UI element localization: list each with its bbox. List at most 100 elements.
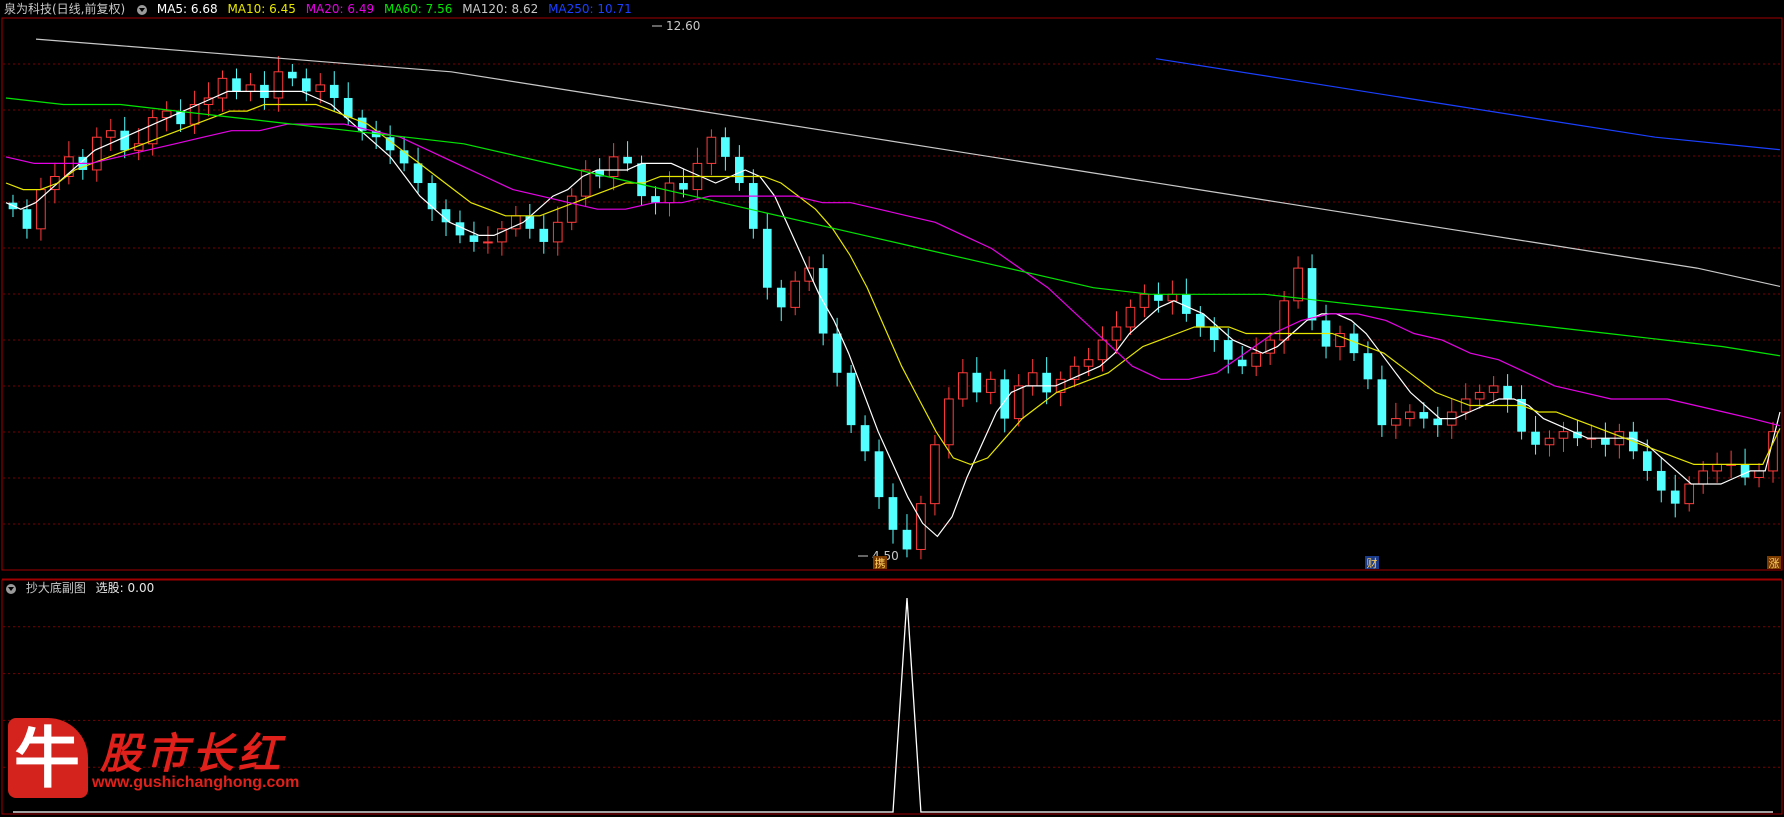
event-tag: 涨 [1769, 557, 1780, 570]
candle-body-up [273, 71, 284, 99]
candle-body-down [888, 497, 898, 530]
candle-body-up [608, 156, 619, 177]
candle-body-up [566, 195, 577, 223]
bull-glyph: 牛 [14, 719, 80, 797]
candle-body-up [1139, 293, 1150, 308]
candle-body-down [232, 78, 241, 92]
candle-body-down [1642, 451, 1652, 471]
candle-body-down [1195, 313, 1205, 327]
selection-value: 选股: 0.00 [95, 581, 155, 595]
candle-body-down [539, 228, 549, 242]
candle-body-down [651, 196, 660, 203]
candle-body-up [483, 241, 493, 244]
candle-body-up [105, 130, 116, 138]
candle-body-up [1083, 359, 1094, 367]
candle-body-down [748, 183, 758, 229]
ma-line-ma5 [5, 90, 1781, 538]
candle-body-down [1740, 464, 1750, 478]
candle-body-down [301, 78, 311, 92]
candle-body-down [288, 71, 297, 79]
event-tag: 财 [1367, 556, 1378, 570]
candle-body-down [972, 372, 982, 393]
candle-body-up [706, 136, 717, 164]
ma-line-ma120 [35, 38, 1781, 287]
sub-chart-header: 抄大底副图 选股: 0.00 [4, 579, 160, 597]
main-chart-header: 泉为科技(日线,前复权) MA5: 6.68 MA10: 6.45 MA20: … [4, 0, 638, 18]
ma-line-ma250 [1155, 58, 1781, 151]
candle-body-up [91, 136, 102, 171]
candle-body-up [1712, 463, 1722, 472]
candle-body-up [1097, 339, 1108, 361]
candle-body-up [1684, 483, 1695, 505]
candle-body-down [721, 137, 730, 157]
candle-body-down [1182, 294, 1191, 314]
candle-body-down [902, 529, 912, 550]
candle-body-down [679, 183, 688, 190]
candle-body-up [1111, 326, 1122, 341]
dropdown-icon[interactable] [6, 583, 16, 594]
candle-body-up [1293, 267, 1303, 302]
watermark-logo: 牛 股市长红 www.gushichanghong.com [8, 718, 308, 798]
ma-line-ma10 [5, 103, 1781, 466]
candle-body-down [637, 163, 646, 197]
candle-body-down [874, 451, 884, 498]
watermark-title: 股市长红 [100, 729, 285, 778]
candle-body-down [623, 156, 632, 164]
ma250-label: MA250: 10.71 [548, 2, 632, 16]
candle-body-down [1377, 379, 1387, 426]
candle-body-down [1419, 412, 1429, 419]
candle-body-up [790, 280, 801, 308]
stock-title: 泉为科技(日线,前复权) [4, 2, 126, 16]
candle-body-down [1503, 385, 1512, 399]
candle-body-up [315, 84, 326, 92]
candle-body-up [1391, 418, 1401, 426]
candle-body-up [930, 444, 940, 505]
candle-body-up [958, 372, 968, 400]
candle-body-up [552, 221, 563, 243]
candle-body-down [1670, 490, 1680, 504]
candle-body-up [1027, 372, 1038, 387]
candle-body-up [1251, 352, 1262, 367]
candle-body-down [413, 163, 423, 184]
candle-body-up [1405, 411, 1415, 420]
main-candlestick-chart[interactable]: 12.604.50携财涨 [0, 0, 1784, 817]
candle-body-down [1307, 268, 1317, 321]
ma10-label: MA10: 6.45 [227, 2, 296, 16]
candle-body-down [1154, 294, 1163, 301]
dropdown-icon[interactable] [137, 4, 148, 15]
candle-body-down [1363, 353, 1373, 380]
candle-body-up [985, 378, 996, 393]
candle-body-up [1488, 385, 1499, 393]
ma60-label: MA60: 7.56 [383, 2, 453, 16]
candle-body-down [762, 228, 772, 288]
ma20-label: MA20: 6.49 [305, 2, 375, 16]
candle-body-up [1167, 293, 1178, 302]
candle-body-down [427, 183, 437, 210]
candle-body-down [343, 97, 353, 118]
candle-body-down [1209, 326, 1219, 341]
candle-body-down [846, 372, 856, 426]
ma-line-ma60 [5, 97, 1781, 357]
candle-body-down [22, 209, 32, 229]
bull-logo-badge: 牛 [8, 718, 88, 798]
candle-body-down [832, 333, 842, 373]
candle-body-up [245, 84, 256, 92]
candle-body-down [329, 84, 339, 98]
candle-body-down [1042, 372, 1051, 393]
ma-line-ma20 [5, 123, 1781, 427]
candle-body-down [469, 235, 479, 242]
ma120-label: MA120: 8.62 [462, 2, 539, 16]
chart-stage: 12.604.50携财涨 泉为科技(日线,前复权) MA5: 6.68 MA10… [0, 0, 1784, 817]
candle-body-down [735, 156, 744, 184]
candle-body-up [1698, 470, 1709, 485]
candle-body-up [1474, 391, 1485, 400]
candle-body-down [1223, 340, 1233, 360]
candle-body-up [916, 503, 926, 550]
candle-body-down [1433, 418, 1443, 426]
event-tag: 携 [875, 556, 886, 570]
candle-body-down [1000, 379, 1010, 419]
candle-body-down [525, 215, 535, 229]
candle-body-down [1601, 438, 1610, 445]
candle-body-down [860, 425, 870, 452]
candle-body-up [1558, 431, 1569, 439]
